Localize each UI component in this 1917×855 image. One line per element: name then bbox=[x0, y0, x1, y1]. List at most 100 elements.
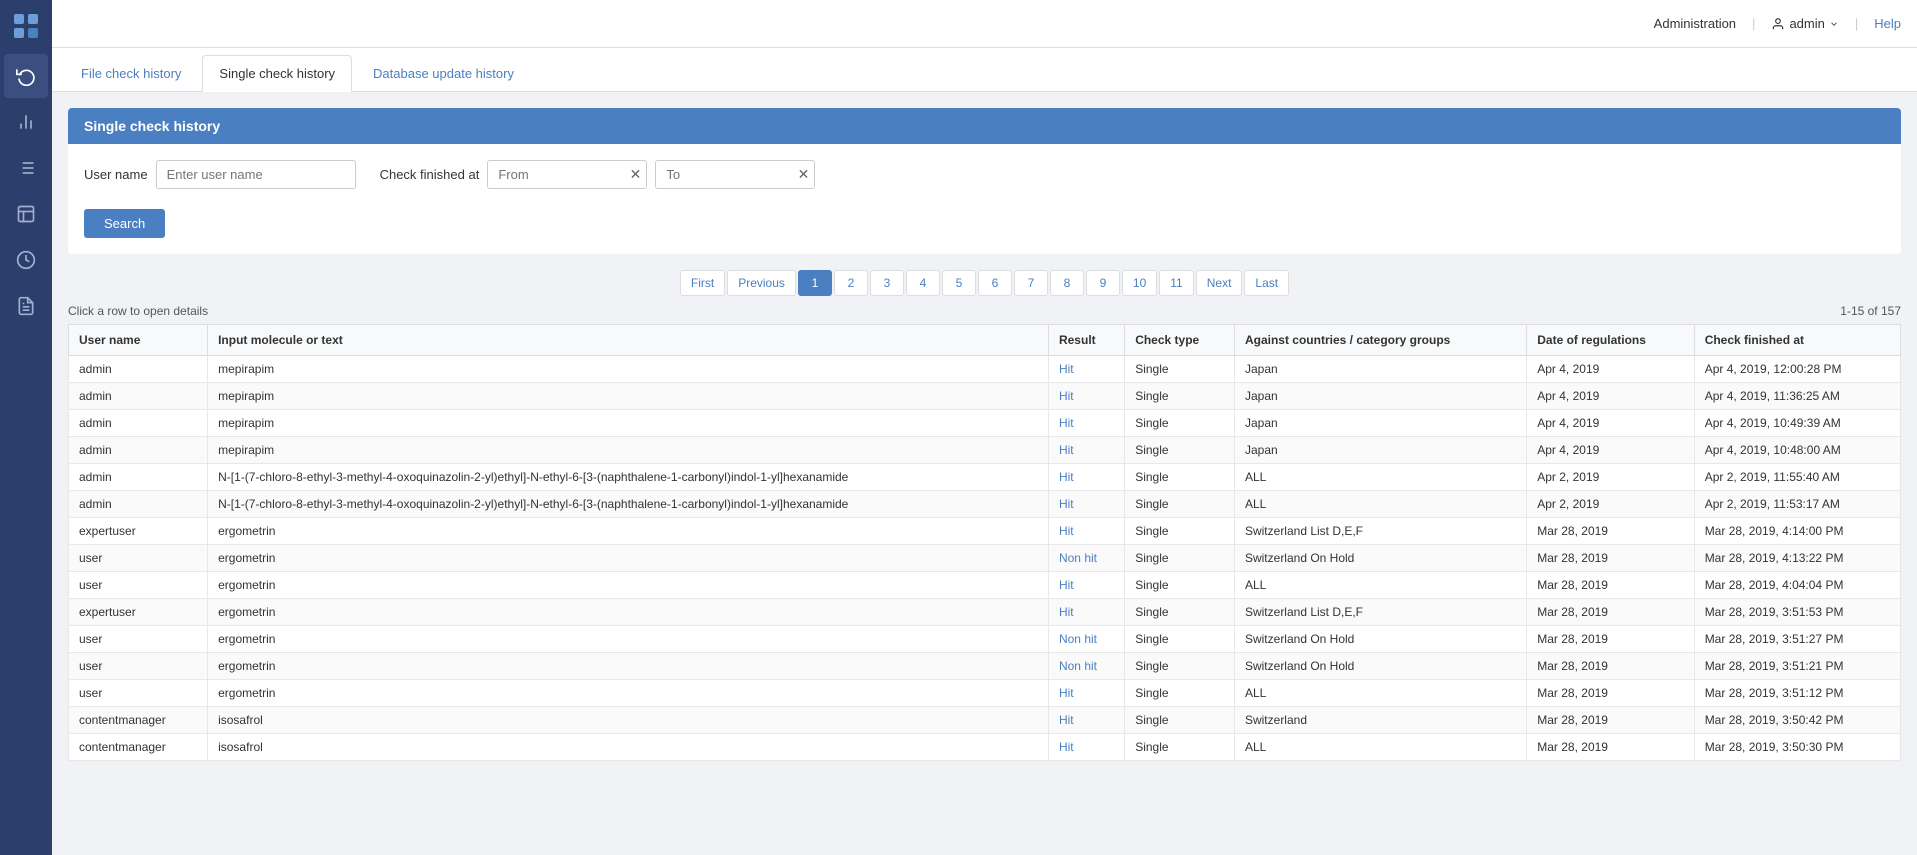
cell-checkfinished: Mar 28, 2019, 3:51:12 PM bbox=[1694, 680, 1900, 707]
table-row[interactable]: admin mepirapim Hit Single Japan Apr 4, … bbox=[69, 383, 1901, 410]
help-link[interactable]: Help bbox=[1874, 16, 1901, 31]
table-row[interactable]: contentmanager isosafrol Hit Single Swit… bbox=[69, 707, 1901, 734]
sidebar-item-refresh2[interactable] bbox=[4, 238, 48, 282]
col-header-molecule: Input molecule or text bbox=[208, 325, 1049, 356]
username-input[interactable] bbox=[156, 160, 356, 189]
cell-datereg: Apr 4, 2019 bbox=[1527, 383, 1694, 410]
page-btn-1[interactable]: 1 bbox=[798, 270, 832, 296]
cell-molecule: mepirapim bbox=[208, 383, 1049, 410]
user-menu[interactable]: admin bbox=[1771, 16, 1838, 31]
page-btn-9[interactable]: 9 bbox=[1086, 270, 1120, 296]
check-finished-label: Check finished at bbox=[380, 167, 480, 182]
col-header-result: Result bbox=[1048, 325, 1124, 356]
cell-datereg: Mar 28, 2019 bbox=[1527, 626, 1694, 653]
cell-result: Hit bbox=[1048, 599, 1124, 626]
page-btn-11[interactable]: 11 bbox=[1159, 270, 1193, 296]
page-btn-5[interactable]: 5 bbox=[942, 270, 976, 296]
cell-checktype: Single bbox=[1125, 383, 1235, 410]
page-btn-6[interactable]: 6 bbox=[978, 270, 1012, 296]
topbar-divider2: | bbox=[1855, 16, 1858, 31]
sidebar-item-chart[interactable] bbox=[4, 100, 48, 144]
to-date-input[interactable] bbox=[655, 160, 815, 189]
table-row[interactable]: admin mepirapim Hit Single Japan Apr 4, … bbox=[69, 437, 1901, 464]
page-btn-8[interactable]: 8 bbox=[1050, 270, 1084, 296]
cell-molecule: ergometrin bbox=[208, 572, 1049, 599]
table-row[interactable]: admin mepirapim Hit Single Japan Apr 4, … bbox=[69, 410, 1901, 437]
click-hint: Click a row to open details bbox=[68, 304, 208, 318]
table-row[interactable]: contentmanager isosafrol Hit Single ALL … bbox=[69, 734, 1901, 761]
table-row[interactable]: user ergometrin Hit Single ALL Mar 28, 2… bbox=[69, 680, 1901, 707]
administration-link[interactable]: Administration bbox=[1654, 16, 1736, 31]
cell-username: user bbox=[69, 572, 208, 599]
sidebar-item-report[interactable] bbox=[4, 284, 48, 328]
cell-molecule: isosafrol bbox=[208, 707, 1049, 734]
cell-against: Switzerland On Hold bbox=[1234, 626, 1526, 653]
last-page-btn[interactable]: Last bbox=[1244, 270, 1289, 296]
table-row[interactable]: user ergometrin Non hit Single Switzerla… bbox=[69, 626, 1901, 653]
cell-datereg: Mar 28, 2019 bbox=[1527, 680, 1694, 707]
cell-datereg: Mar 28, 2019 bbox=[1527, 734, 1694, 761]
cell-against: ALL bbox=[1234, 680, 1526, 707]
first-page-btn[interactable]: First bbox=[680, 270, 725, 296]
table-row[interactable]: admin N-[1-(7-chloro-8-ethyl-3-methyl-4-… bbox=[69, 464, 1901, 491]
search-button[interactable]: Search bbox=[84, 209, 165, 238]
to-date-wrapper: ✕ bbox=[655, 160, 815, 189]
panel-header: Single check history bbox=[68, 108, 1901, 144]
tab-database-update-history[interactable]: Database update history bbox=[356, 55, 531, 91]
table-row[interactable]: user ergometrin Hit Single ALL Mar 28, 2… bbox=[69, 572, 1901, 599]
col-header-datereg: Date of regulations bbox=[1527, 325, 1694, 356]
cell-molecule: ergometrin bbox=[208, 626, 1049, 653]
cell-against: Switzerland On Hold bbox=[1234, 653, 1526, 680]
page-btn-3[interactable]: 3 bbox=[870, 270, 904, 296]
table-row[interactable]: user ergometrin Non hit Single Switzerla… bbox=[69, 545, 1901, 572]
cell-checkfinished: Mar 28, 2019, 4:13:22 PM bbox=[1694, 545, 1900, 572]
cell-checkfinished: Mar 28, 2019, 4:14:00 PM bbox=[1694, 518, 1900, 545]
app-logo bbox=[8, 8, 44, 44]
previous-page-btn[interactable]: Previous bbox=[727, 270, 796, 296]
cell-checktype: Single bbox=[1125, 653, 1235, 680]
table-row[interactable]: admin N-[1-(7-chloro-8-ethyl-3-methyl-4-… bbox=[69, 491, 1901, 518]
table-row[interactable]: admin mepirapim Hit Single Japan Apr 4, … bbox=[69, 356, 1901, 383]
next-page-btn[interactable]: Next bbox=[1196, 270, 1243, 296]
cell-result: Hit bbox=[1048, 680, 1124, 707]
cell-against: ALL bbox=[1234, 491, 1526, 518]
from-date-clear[interactable]: ✕ bbox=[630, 166, 642, 183]
cell-result: Hit bbox=[1048, 734, 1124, 761]
cell-checktype: Single bbox=[1125, 410, 1235, 437]
from-date-input[interactable] bbox=[487, 160, 647, 189]
to-date-clear[interactable]: ✕ bbox=[798, 166, 810, 183]
tab-file-check-history[interactable]: File check history bbox=[64, 55, 198, 91]
page-btn-4[interactable]: 4 bbox=[906, 270, 940, 296]
table-info-bar: Click a row to open details 1-15 of 157 bbox=[68, 304, 1901, 318]
cell-molecule: isosafrol bbox=[208, 734, 1049, 761]
table-row[interactable]: expertuser ergometrin Hit Single Switzer… bbox=[69, 518, 1901, 545]
tab-single-check-history[interactable]: Single check history bbox=[202, 55, 352, 92]
page-btn-7[interactable]: 7 bbox=[1014, 270, 1048, 296]
data-table: User name Input molecule or text Result … bbox=[68, 324, 1901, 761]
cell-username: user bbox=[69, 545, 208, 572]
sidebar-item-list[interactable] bbox=[4, 146, 48, 190]
sidebar-item-tasks[interactable] bbox=[4, 192, 48, 236]
cell-against: Switzerland List D,E,F bbox=[1234, 518, 1526, 545]
cell-against: Switzerland List D,E,F bbox=[1234, 599, 1526, 626]
cell-username: user bbox=[69, 680, 208, 707]
cell-result: Hit bbox=[1048, 572, 1124, 599]
tabs-bar: File check history Single check history … bbox=[52, 48, 1917, 92]
col-header-checktype: Check type bbox=[1125, 325, 1235, 356]
cell-username: expertuser bbox=[69, 518, 208, 545]
cell-against: Switzerland bbox=[1234, 707, 1526, 734]
cell-molecule: mepirapim bbox=[208, 437, 1049, 464]
cell-against: Japan bbox=[1234, 356, 1526, 383]
cell-checktype: Single bbox=[1125, 437, 1235, 464]
cell-checktype: Single bbox=[1125, 572, 1235, 599]
cell-checktype: Single bbox=[1125, 626, 1235, 653]
page-btn-10[interactable]: 10 bbox=[1122, 270, 1157, 296]
cell-checktype: Single bbox=[1125, 599, 1235, 626]
sidebar-item-refresh[interactable] bbox=[4, 54, 48, 98]
cell-datereg: Apr 2, 2019 bbox=[1527, 464, 1694, 491]
cell-checktype: Single bbox=[1125, 680, 1235, 707]
table-row[interactable]: user ergometrin Non hit Single Switzerla… bbox=[69, 653, 1901, 680]
page-btn-2[interactable]: 2 bbox=[834, 270, 868, 296]
table-row[interactable]: expertuser ergometrin Hit Single Switzer… bbox=[69, 599, 1901, 626]
cell-checktype: Single bbox=[1125, 491, 1235, 518]
